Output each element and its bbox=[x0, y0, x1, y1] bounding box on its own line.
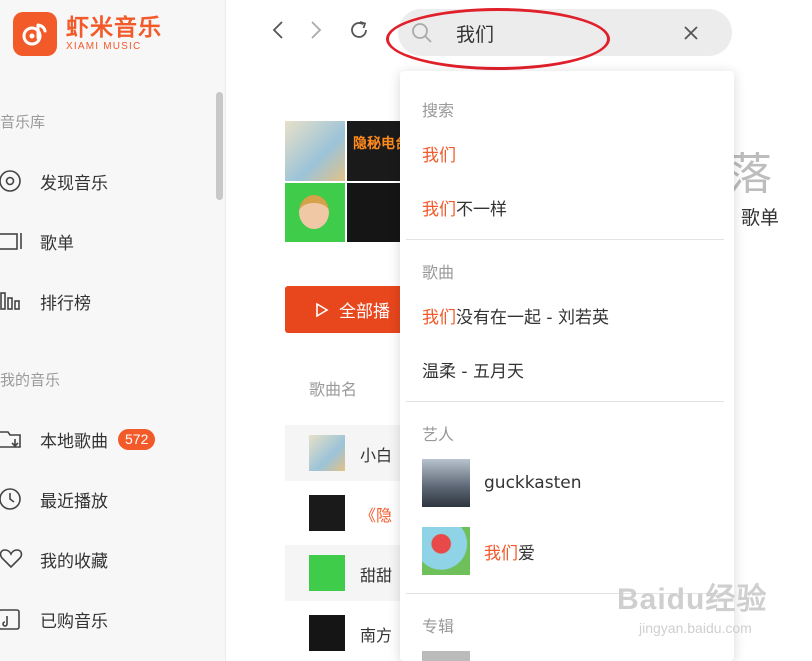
song-thumbnail bbox=[309, 615, 345, 651]
sidebar-item-charts[interactable]: 排行榜 bbox=[0, 286, 91, 316]
artist-name: guckkasten bbox=[484, 473, 582, 493]
play-all-label: 全部播 bbox=[339, 302, 390, 322]
artist-thumbnail bbox=[422, 459, 470, 507]
song-title: 甜甜 bbox=[360, 566, 393, 585]
heart-icon bbox=[0, 547, 24, 571]
divider bbox=[406, 401, 724, 402]
search-box[interactable] bbox=[398, 9, 732, 56]
chevron-left-icon bbox=[271, 20, 285, 44]
sidebar-item-label: 本地歌曲 bbox=[40, 431, 108, 452]
clear-search-button[interactable] bbox=[679, 21, 703, 45]
refresh-button[interactable] bbox=[347, 18, 371, 46]
sidebar-item-label: 歌单 bbox=[40, 233, 74, 254]
suggestion-search-item[interactable]: 我们 bbox=[422, 141, 456, 166]
suggestion-section-albums: 专辑 bbox=[422, 617, 455, 636]
playlist-title-fragment: 落 bbox=[728, 149, 772, 200]
app-logo[interactable]: 虾米音乐 XIAMI MUSIC bbox=[13, 12, 162, 56]
match-highlight: 我们 bbox=[484, 543, 518, 564]
suggestion-artist-item[interactable]: guckkasten bbox=[422, 459, 581, 507]
suggestion-artist-item[interactable]: 我们爱 bbox=[422, 527, 535, 575]
local-folder-icon bbox=[0, 427, 24, 451]
sidebar-item-label: 最近播放 bbox=[40, 491, 108, 512]
watermark-url: jingyan.baidu.com bbox=[639, 620, 752, 636]
suggestion-section-songs: 歌曲 bbox=[422, 263, 455, 282]
suggestion-song-item[interactable]: 温柔 - 五月天 bbox=[422, 357, 524, 382]
playlist-icon bbox=[0, 229, 24, 253]
table-row[interactable]: 《隐 bbox=[285, 485, 415, 541]
table-row[interactable]: 小白 bbox=[285, 425, 415, 481]
search-suggestions-dropdown: 搜索 我们 我们不一样 歌曲 我们没有在一起 - 刘若英 温柔 - 五月天 艺人… bbox=[400, 71, 734, 661]
suggestion-text: 不一样 bbox=[456, 200, 507, 220]
song-title: 小白 bbox=[360, 446, 393, 465]
baidu-jingyan-watermark: Baidu经验 jingyan.baidu.com bbox=[617, 574, 767, 636]
forward-button[interactable] bbox=[304, 18, 328, 46]
song-title: 南方 bbox=[360, 626, 393, 645]
sidebar-scrollbar[interactable] bbox=[216, 92, 223, 200]
sidebar-item-label: 发现音乐 bbox=[40, 173, 108, 194]
artist-thumbnail bbox=[422, 527, 470, 575]
artist-name: 爱 bbox=[518, 543, 535, 564]
disc-icon bbox=[0, 169, 24, 193]
play-icon bbox=[316, 302, 329, 317]
song-title: 《隐 bbox=[360, 506, 393, 525]
local-songs-count-badge: 572 bbox=[118, 428, 156, 450]
column-header-song: 歌曲名 bbox=[309, 380, 358, 399]
watermark-text: Baidu经验 bbox=[617, 583, 768, 616]
sidebar-item-discover[interactable]: 发现音乐 bbox=[0, 166, 108, 196]
table-row[interactable]: 南方 bbox=[285, 605, 415, 661]
sidebar-item-purchased[interactable]: 已购音乐 bbox=[0, 604, 108, 634]
section-title-library: 音乐库 bbox=[0, 113, 46, 131]
refresh-icon bbox=[348, 19, 370, 45]
song-thumbnail bbox=[309, 435, 345, 471]
section-title-mine: 我的音乐 bbox=[0, 371, 61, 389]
purchased-icon bbox=[0, 607, 24, 631]
suggestion-song-item[interactable]: 我们没有在一起 - 刘若英 bbox=[422, 303, 609, 328]
suggestion-text: 温柔 - 五月天 bbox=[422, 362, 524, 382]
song-thumbnail bbox=[309, 555, 345, 591]
xiami-logo-icon bbox=[13, 12, 57, 56]
cover-tile bbox=[285, 183, 345, 242]
song-thumbnail bbox=[309, 495, 345, 531]
suggestion-search-item[interactable]: 我们不一样 bbox=[422, 195, 507, 220]
sidebar-item-label: 已购音乐 bbox=[40, 611, 108, 632]
app-name-en: XIAMI MUSIC bbox=[66, 41, 142, 52]
sidebar-item-recent[interactable]: 最近播放 bbox=[0, 484, 108, 514]
match-highlight: 我们 bbox=[422, 308, 456, 328]
album-thumbnail bbox=[422, 651, 470, 661]
sidebar-item-playlist[interactable]: 歌单 bbox=[0, 226, 74, 256]
match-highlight: 我们 bbox=[422, 200, 456, 220]
sidebar-item-favorites[interactable]: 我的收藏 bbox=[0, 544, 108, 574]
search-icon bbox=[410, 21, 434, 49]
match-highlight: 我们 bbox=[422, 146, 456, 166]
tab-playlist[interactable]: 歌单 bbox=[741, 203, 779, 230]
playlist-cover-collage[interactable]: 隐秘电台 bbox=[285, 121, 411, 242]
sidebar-item-label: 我的收藏 bbox=[40, 551, 108, 572]
back-button[interactable] bbox=[266, 18, 290, 46]
sidebar-item-label: 排行榜 bbox=[40, 293, 91, 314]
suggestion-section-artists: 艺人 bbox=[422, 425, 455, 444]
cover-tile bbox=[285, 121, 345, 181]
chart-bars-icon bbox=[0, 289, 24, 313]
suggestion-text: 没有在一起 - 刘若英 bbox=[456, 308, 609, 328]
divider bbox=[406, 239, 724, 240]
sidebar-item-local-songs[interactable]: 本地歌曲 572 bbox=[0, 424, 156, 454]
suggestion-section-search: 搜索 bbox=[422, 101, 455, 120]
search-input[interactable] bbox=[456, 19, 656, 47]
play-all-button[interactable]: 全部播 bbox=[285, 286, 415, 333]
app-name: 虾米音乐 bbox=[66, 15, 162, 41]
close-icon bbox=[684, 26, 698, 40]
chevron-right-icon bbox=[309, 20, 323, 44]
sidebar: 虾米音乐 XIAMI MUSIC 音乐库 发现音乐 歌单 排行榜 我的音乐 本地… bbox=[0, 0, 226, 661]
table-row[interactable]: 甜甜 bbox=[285, 545, 415, 601]
clock-icon bbox=[0, 487, 24, 511]
